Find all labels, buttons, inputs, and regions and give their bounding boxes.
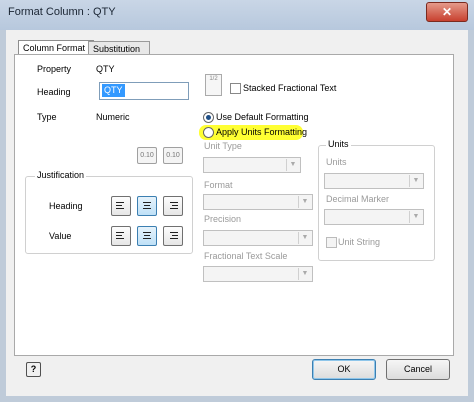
heading-align-left-button[interactable]	[111, 196, 131, 216]
heading-input-value: QTY	[102, 84, 125, 97]
chevron-down-icon: ▼	[298, 196, 311, 208]
apply-units-formatting-radio[interactable]	[203, 127, 214, 138]
value-align-right-button[interactable]	[163, 226, 183, 246]
decimal-marker-label: Decimal Marker	[326, 194, 390, 204]
use-default-formatting-label: Use Default Formatting	[216, 112, 309, 122]
units-label: Units	[326, 157, 347, 167]
stacked-fractional-checkbox[interactable]	[230, 83, 241, 94]
close-button[interactable]: ✕	[426, 2, 468, 22]
type-label: Type	[37, 112, 57, 122]
unit-type-dropdown[interactable]: ▼	[203, 157, 301, 173]
property-value: QTY	[96, 64, 115, 74]
window-frame-right	[468, 30, 474, 402]
window-title: Format Column : QTY	[8, 6, 116, 18]
title-bar: Format Column : QTY ✕	[0, 0, 474, 31]
format-column-dialog: Format Column : QTY ✕ Column Format Subs…	[0, 0, 474, 402]
value-align-center-button[interactable]	[137, 226, 157, 246]
decimal-marker-dropdown[interactable]: ▼	[324, 209, 424, 225]
precision-decrease-button[interactable]: 0.10	[137, 147, 157, 164]
chevron-down-icon: ▼	[298, 268, 311, 280]
justification-value-label: Value	[49, 231, 72, 241]
stacked-fraction-icon: 1/2	[205, 74, 222, 96]
unit-string-label: Unit String	[338, 237, 381, 247]
unit-string-checkbox[interactable]	[326, 237, 337, 248]
fractional-text-scale-label: Fractional Text Scale	[204, 251, 288, 261]
stacked-fractional-label: Stacked Fractional Text	[243, 83, 337, 93]
help-button[interactable]: ?	[26, 362, 41, 377]
heading-align-right-button[interactable]	[163, 196, 183, 216]
format-dropdown[interactable]: ▼	[203, 194, 313, 210]
use-default-formatting-radio[interactable]	[203, 112, 214, 123]
heading-label: Heading	[37, 87, 71, 97]
radio-selected-dot	[206, 115, 211, 120]
property-label: Property	[37, 64, 72, 74]
fractional-text-scale-dropdown[interactable]: ▼	[203, 266, 313, 282]
units-group-title: Units	[326, 139, 351, 149]
format-label: Format	[204, 180, 233, 190]
value-align-left-button[interactable]	[111, 226, 131, 246]
chevron-down-icon: ▼	[286, 159, 299, 171]
precision-label: Precision	[204, 214, 242, 224]
ok-button[interactable]: OK	[312, 359, 376, 380]
chevron-down-icon: ▼	[409, 175, 422, 187]
precision-increase-button[interactable]: 0.10	[163, 147, 183, 164]
precision-dropdown[interactable]: ▼	[203, 230, 313, 246]
heading-align-center-button[interactable]	[137, 196, 157, 216]
units-dropdown[interactable]: ▼	[324, 173, 424, 189]
column-format-panel: Property QTY Heading QTY 1/2 Stacked Fra…	[14, 54, 454, 356]
chevron-down-icon: ▼	[409, 211, 422, 223]
apply-units-formatting-label: Apply Units Formatting	[216, 127, 308, 137]
window-frame-bottom	[0, 396, 474, 402]
unit-type-label: Unit Type	[204, 141, 242, 151]
type-value: Numeric	[96, 112, 130, 122]
justification-heading-label: Heading	[49, 201, 83, 211]
chevron-down-icon: ▼	[298, 232, 311, 244]
heading-input[interactable]: QTY	[99, 82, 189, 100]
cancel-button[interactable]: Cancel	[386, 359, 450, 380]
justification-title: Justification	[35, 170, 87, 180]
